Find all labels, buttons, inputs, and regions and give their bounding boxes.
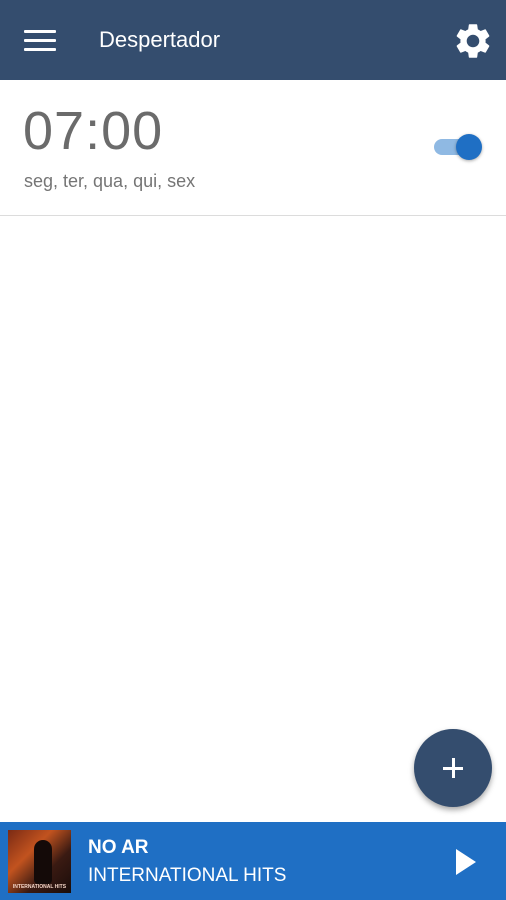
gear-icon [456,24,490,58]
menu-button[interactable] [20,22,60,58]
alarm-days: seg, ter, qua, qui, sex [24,171,196,191]
hamburger-menu-icon-bar [24,48,56,51]
add-alarm-button[interactable] [414,729,492,807]
page-title: Despertador [99,27,221,52]
alarm-list-item[interactable]: 07:00 seg, ter, qua, qui, sex [0,80,506,216]
play-icon [456,849,476,875]
alarm-time: 07:00 [23,101,164,161]
play-button[interactable] [446,844,482,880]
top-app-bar: Despertador [0,0,506,80]
player-status: NO AR [88,837,149,858]
toggle-thumb [456,134,482,160]
app-screen: Despertador 07:00 seg, ter, qua, qui, se… [0,0,506,900]
hamburger-menu-icon [24,30,56,33]
station-cover-image: INTERNATIONAL HITS [8,830,71,893]
plus-icon-vertical [452,758,455,778]
station-name: INTERNATIONAL HITS [88,865,287,886]
cover-figure [34,840,52,884]
radio-player-bar[interactable]: INTERNATIONAL HITS NO AR INTERNATIONAL H… [0,822,506,900]
settings-button[interactable] [452,20,494,62]
cover-logo-text: INTERNATIONAL HITS [12,884,67,890]
hamburger-menu-icon-bar [24,39,56,42]
alarm-enabled-toggle[interactable] [432,132,486,162]
